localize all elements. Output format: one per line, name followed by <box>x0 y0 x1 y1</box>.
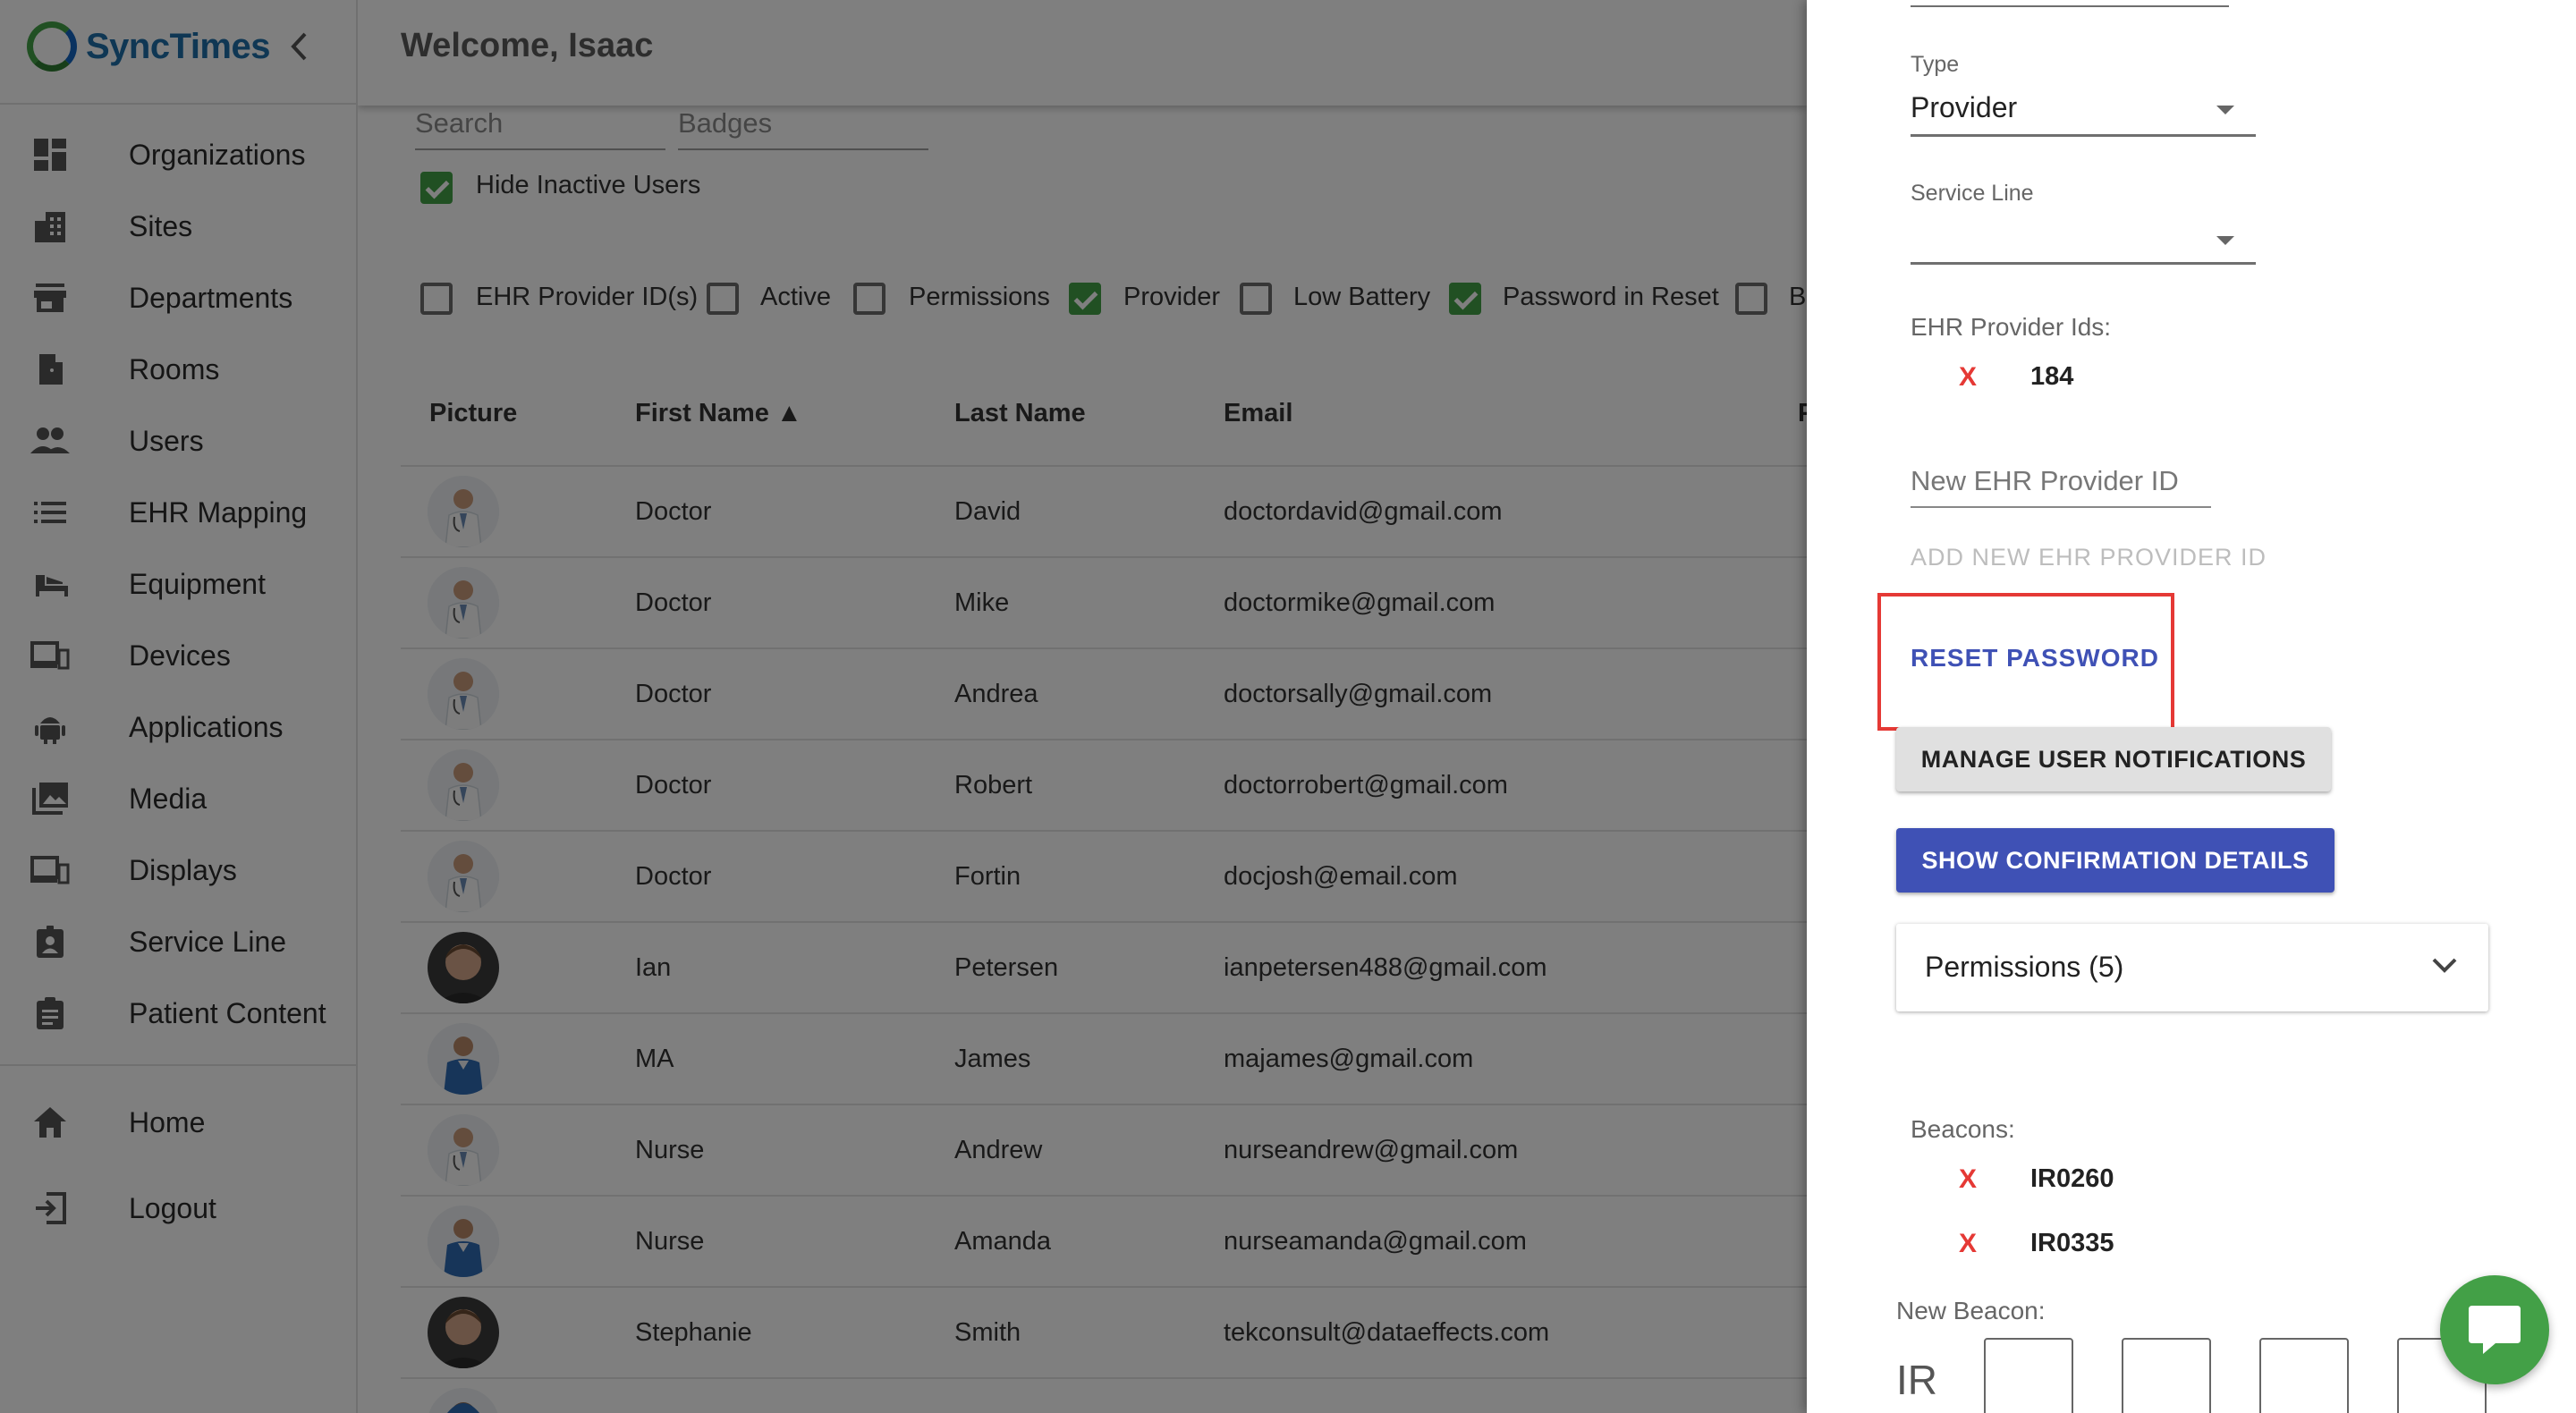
dropdown-arrow-icon <box>2216 106 2234 114</box>
beacon-id-value: IR0260 <box>2030 1164 2114 1193</box>
beacon-prefix: IR <box>1896 1357 1937 1403</box>
new-ehr-provider-id-placeholder: New EHR Provider ID <box>1911 465 2179 496</box>
beacon-digit-input[interactable] <box>2259 1338 2349 1413</box>
new-beacon-label: New Beacon: <box>1896 1297 2046 1324</box>
permissions-accordion[interactable]: Permissions (5) <box>1896 924 2488 1011</box>
expand-more-icon <box>2432 958 2457 973</box>
beacon-id-value: IR0335 <box>2030 1229 2114 1257</box>
beacon-digit-input[interactable] <box>2122 1338 2211 1413</box>
ehr-provider-ids-label: EHR Provider Ids: <box>1911 313 2112 341</box>
dropdown-arrow-icon <box>2216 236 2234 245</box>
service-line-label: Service Line <box>1911 181 2034 206</box>
beacons-label: Beacons: <box>1911 1115 2015 1143</box>
service-line-select[interactable] <box>1911 216 2256 267</box>
show-confirmation-details-button[interactable]: SHOW CONFIRMATION DETAILS <box>1896 828 2334 893</box>
type-select[interactable]: Provider <box>1911 89 2256 140</box>
type-select-underline <box>1911 134 2256 137</box>
service-line-underline <box>1911 262 2256 265</box>
new-ehr-provider-id-input[interactable]: New EHR Provider ID <box>1911 463 2211 508</box>
type-select-value: Provider <box>1911 91 2018 123</box>
remove-beacon-button[interactable]: X <box>1959 1229 1977 1259</box>
chat-button[interactable] <box>2440 1275 2549 1384</box>
type-label: Type <box>1911 52 1960 77</box>
chat-bubble-icon <box>2469 1306 2521 1354</box>
reset-password-button[interactable]: RESET PASSWORD <box>1911 644 2159 673</box>
add-new-ehr-provider-id-button[interactable]: ADD NEW EHR PROVIDER ID <box>1911 544 2267 571</box>
manage-user-notifications-button[interactable]: MANAGE USER NOTIFICATIONS <box>1896 727 2331 791</box>
new-ehr-id-underline <box>1911 506 2211 508</box>
ehr-provider-id-value: 184 <box>2030 362 2074 391</box>
edit-user-drawer: Type Provider Service Line EHR Provider … <box>1807 0 2576 1413</box>
modal-backdrop[interactable] <box>0 0 1807 1413</box>
previous-field-underline <box>1911 5 2229 7</box>
remove-beacon-button[interactable]: X <box>1959 1164 1977 1195</box>
beacon-digit-input[interactable] <box>1984 1338 2073 1413</box>
remove-ehr-id-button[interactable]: X <box>1959 362 1977 393</box>
permissions-accordion-title: Permissions (5) <box>1925 951 2124 983</box>
